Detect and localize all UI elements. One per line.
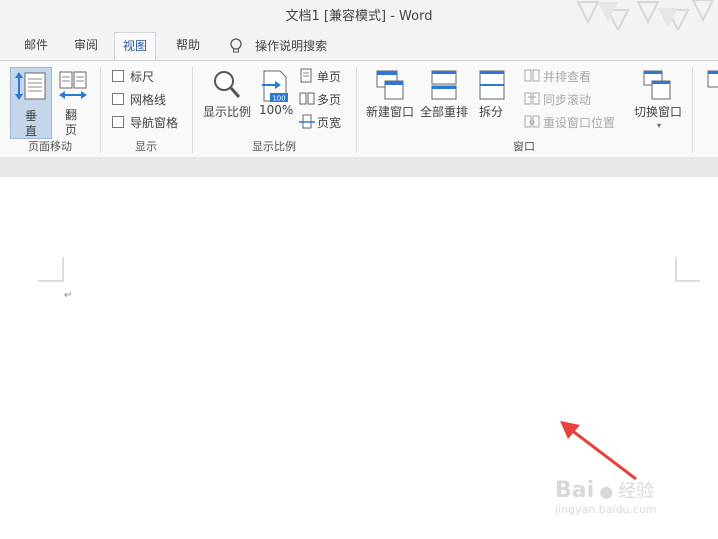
multiple-pages-icon (299, 92, 315, 105)
macros-icon (707, 70, 718, 88)
paw-icon: ● (599, 482, 614, 501)
svg-text:↵: ↵ (64, 290, 72, 301)
chevron-down-icon: ▾ (657, 121, 662, 130)
split-icon (479, 70, 505, 100)
side-by-side-label: 并排查看 (543, 70, 592, 84)
sync-scroll-icon (524, 92, 540, 105)
tab-view[interactable]: 视图 (114, 32, 157, 61)
side-label-2: 页 (65, 123, 78, 137)
zoom-button[interactable]: 显示比例 (200, 67, 254, 133)
ruler-label: 标尺 (130, 70, 155, 84)
one-page-icon (300, 68, 312, 83)
macros-button-partial[interactable] (700, 67, 718, 107)
arrange-all-icon (431, 70, 457, 100)
tell-me-label: 操作说明搜索 (255, 39, 328, 53)
page-width-label: 页宽 (317, 116, 342, 130)
side-by-side-icon (524, 69, 540, 82)
ruler-checkbox-box (112, 70, 124, 82)
side-to-side-icon (59, 71, 87, 99)
ribbon-view: 垂 直 翻 页 页面移动 标尺 网格线 导航窗格 显示 显示比例 100 100… (0, 60, 718, 158)
watermark-brand2: 经验 (618, 481, 655, 502)
page-width-icon (299, 114, 315, 129)
watermark-brand: Bai (555, 478, 595, 503)
switch-windows-icon (643, 70, 671, 100)
nav-pane-label: 导航窗格 (130, 116, 179, 130)
tell-me[interactable]: 操作说明搜索 (228, 35, 327, 55)
side-to-side-button[interactable]: 翻 页 (54, 67, 90, 137)
watermark-url: jingyan.baidu.com (555, 503, 657, 516)
gridlines-checkbox-box (112, 93, 124, 105)
reset-position-icon (524, 115, 540, 128)
switch-windows-button[interactable]: 切换窗口 ▾ (630, 67, 686, 135)
new-window-button[interactable]: 新建窗口 (364, 67, 416, 133)
magnifier-icon (214, 71, 241, 98)
nav-pane-checkbox-box (112, 116, 124, 128)
reset-window-position-button[interactable]: 重设窗口位置 (524, 113, 624, 133)
sync-scroll-label: 同步滚动 (543, 93, 592, 107)
zoom-label: 显示比例 (203, 105, 252, 119)
vertical-button[interactable]: 垂 直 (10, 67, 52, 139)
split-button[interactable]: 拆分 (474, 67, 510, 133)
title-bar: 文档1 [兼容模式] - Word (0, 0, 718, 33)
tab-help[interactable]: 帮助 (176, 36, 200, 53)
new-window-label: 新建窗口 (366, 105, 415, 119)
tab-review[interactable]: 审阅 (74, 36, 98, 53)
split-label: 拆分 (479, 105, 504, 119)
gridlines-label: 网格线 (130, 93, 167, 107)
tab-mailings[interactable]: 邮件 (24, 36, 48, 53)
ruler-area (0, 157, 718, 177)
view-side-by-side-button[interactable]: 并排查看 (524, 67, 624, 87)
multiple-pages-button[interactable]: 多页 (299, 90, 349, 110)
ribbon-tabs: 邮件 审阅 视图 帮助 操作说明搜索 (0, 30, 718, 61)
vertical-label-2: 直 (25, 124, 38, 138)
watermark: Bai ● 经验 jingyan.baidu.com (555, 477, 657, 516)
arrange-all-button[interactable]: 全部重排 (418, 67, 470, 133)
document-canvas[interactable]: ↵ Bai ● 经验 jingyan.baidu.com (0, 177, 718, 539)
zoom-100-icon: 100 (262, 70, 288, 103)
one-page-label: 单页 (317, 70, 342, 84)
zoom-100-button[interactable]: 100 100% (256, 67, 294, 133)
group-label-window: 窗口 (513, 140, 535, 153)
switch-windows-label: 切换窗口 (634, 105, 683, 119)
arrange-all-label: 全部重排 (420, 105, 469, 119)
reset-position-label: 重设窗口位置 (543, 116, 616, 130)
one-page-button[interactable]: 单页 (299, 67, 349, 87)
group-label-page-movement: 页面移动 (28, 140, 72, 153)
multiple-pages-label: 多页 (317, 93, 342, 107)
lightbulb-icon (230, 37, 242, 52)
group-label-show: 显示 (135, 140, 157, 153)
zoom-100-label: 100% (259, 103, 294, 117)
page-width-button[interactable]: 页宽 (299, 113, 349, 133)
vertical-page-icon (15, 72, 46, 100)
sync-scroll-button[interactable]: 同步滚动 (524, 90, 624, 110)
separator (692, 67, 693, 153)
zoom-100-icon-text: 100 (272, 95, 285, 103)
group-label-zoom: 显示比例 (252, 140, 296, 153)
new-window-icon (376, 70, 404, 100)
